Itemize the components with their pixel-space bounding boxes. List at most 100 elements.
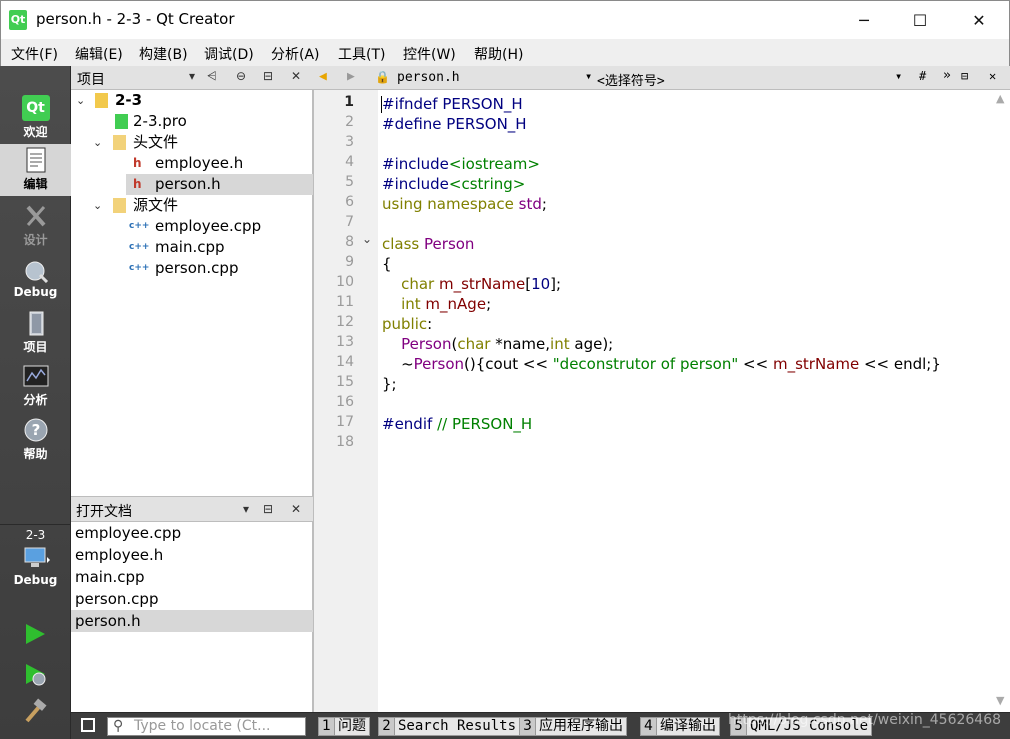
file-selector[interactable]: person.h	[397, 70, 460, 85]
code-line: };	[382, 375, 397, 393]
mode-debug[interactable]: Debug	[0, 254, 71, 306]
menu-file[interactable]: 文件(F)	[11, 44, 58, 64]
cpp-file-icon: c++	[129, 242, 150, 252]
line-number: 16	[336, 394, 354, 410]
analyze-monitor-icon	[22, 363, 50, 389]
tree-item-sources[interactable]: ⌄ 源文件	[71, 195, 313, 216]
code-line: char m_strName[10];	[401, 275, 562, 293]
close-editor-icon[interactable]: ✕	[989, 69, 996, 83]
line-number: 7	[345, 214, 354, 230]
title-bar: Qt person.h - 2-3 - Qt Creator ─ ☐ ✕	[0, 0, 1010, 39]
minimize-button[interactable]: ─	[841, 1, 887, 39]
tree-item-project[interactable]: ⌄ 2-3	[71, 90, 313, 111]
text-cursor	[381, 96, 382, 113]
split-icon[interactable]: ⊟	[263, 69, 273, 83]
code-line: #ifndef PERSON_H	[382, 95, 523, 113]
scroll-up-icon[interactable]: ▲	[996, 92, 1004, 105]
mode-welcome[interactable]: Qt 欢迎	[0, 92, 71, 144]
split-icon[interactable]: ⊟	[961, 69, 968, 83]
symbol-selector[interactable]: <选择符号>	[597, 70, 665, 89]
line-number: 6	[345, 194, 354, 210]
tree-item-employee-h[interactable]: h employee.h	[71, 153, 313, 174]
fold-chevron-icon[interactable]: ⌄	[362, 232, 372, 246]
source-folder-icon	[113, 198, 126, 213]
pane-search-results[interactable]: 2 Search Results	[378, 717, 521, 736]
pane-issues[interactable]: 1 问题	[318, 717, 370, 736]
qt-creator-app-icon: Qt	[9, 10, 27, 30]
tree-item-person-h[interactable]: h person.h	[126, 174, 313, 195]
menu-edit[interactable]: 编辑(E)	[75, 44, 123, 64]
forward-arrow-icon[interactable]: ▶	[347, 69, 355, 84]
filter-icon[interactable]: ⩤	[207, 69, 217, 84]
toggle-sidebar-icon[interactable]	[81, 718, 95, 732]
header-file-icon: h	[133, 156, 142, 170]
code-editor[interactable]: #ifndef PERSON_H #define PERSON_H #inclu…	[378, 90, 992, 712]
back-arrow-icon[interactable]: ◀	[319, 69, 327, 84]
vertical-scrollbar[interactable]: ▲ ▼	[992, 90, 1010, 712]
line-number: 13	[336, 334, 354, 350]
more-icon[interactable]: »	[943, 68, 951, 83]
code-line: class Person	[382, 235, 475, 253]
line-number: 4	[345, 154, 354, 170]
list-item[interactable]: employee.h	[71, 544, 313, 566]
mode-analyze[interactable]: 分析	[0, 360, 71, 412]
menu-help[interactable]: 帮助(H)	[474, 44, 523, 64]
build-button[interactable]	[22, 698, 48, 728]
project-panel-header: 项目 ▾ ⩤ ⊖ ⊟ ✕	[71, 66, 313, 90]
line-number: 12	[336, 314, 354, 330]
code-line: ~Person(){cout << "deconstrutor of perso…	[382, 355, 941, 373]
list-item[interactable]: person.cpp	[71, 588, 313, 610]
symbol-dropdown-icon[interactable]: ▾	[895, 69, 902, 83]
line-number: 8	[345, 234, 354, 250]
edit-document-icon	[22, 147, 50, 173]
close-icon: ✕	[972, 10, 986, 30]
list-item-selected[interactable]: person.h	[71, 610, 313, 632]
pane-compile-output[interactable]: 4 编译输出	[640, 717, 720, 736]
mode-projects[interactable]: 项目	[0, 307, 71, 359]
list-item[interactable]: employee.cpp	[71, 522, 313, 544]
maximize-button[interactable]: ☐	[897, 1, 943, 39]
tree-item-person-cpp[interactable]: c++ person.cpp	[71, 258, 313, 279]
list-item[interactable]: main.cpp	[71, 566, 313, 588]
code-line: int m_nAge;	[401, 295, 492, 313]
close-button[interactable]: ✕	[956, 1, 1002, 39]
file-dropdown-icon[interactable]: ▾	[585, 69, 592, 83]
code-line: #include<cstring>	[382, 175, 526, 193]
hash-icon[interactable]: #	[919, 69, 926, 83]
tree-item-main-cpp[interactable]: c++ main.cpp	[71, 237, 313, 258]
mode-help[interactable]: ? 帮助	[0, 414, 71, 466]
menu-debug[interactable]: 调试(D)	[204, 44, 254, 64]
debug-run-button[interactable]	[22, 661, 48, 691]
menu-widgets[interactable]: 控件(W)	[403, 44, 456, 64]
open-documents-title: 打开文档	[76, 504, 132, 520]
split-icon[interactable]: ⊟	[263, 502, 273, 516]
code-line: public:	[382, 315, 433, 333]
tree-item-headers[interactable]: ⌄ 头文件	[71, 132, 313, 153]
open-documents-list: employee.cpp employee.h main.cpp person.…	[71, 522, 313, 712]
panel-dropdown-icon[interactable]: ▾	[243, 502, 249, 516]
panel-dropdown-icon[interactable]: ▾	[189, 69, 195, 83]
chevron-down-icon[interactable]: ⌄	[76, 90, 88, 111]
line-number: 1	[344, 94, 354, 110]
mode-design[interactable]: 设计	[0, 200, 71, 252]
kit-selector[interactable]: 2-3 Debug	[0, 528, 71, 598]
close-panel-icon[interactable]: ✕	[291, 502, 301, 516]
sync-link-icon[interactable]: ⊖	[236, 69, 246, 83]
tree-item-pro[interactable]: 2-3.pro	[71, 111, 313, 132]
chevron-down-icon[interactable]: ⌄	[93, 195, 105, 216]
tree-item-employee-cpp[interactable]: c++ employee.cpp	[71, 216, 313, 237]
pane-application-output[interactable]: 3 应用程序输出	[519, 717, 627, 736]
menu-analyze[interactable]: 分析(A)	[271, 44, 320, 64]
close-panel-icon[interactable]: ✕	[291, 69, 301, 83]
menu-build[interactable]: 构建(B)	[139, 44, 188, 64]
menu-tools[interactable]: 工具(T)	[338, 44, 385, 64]
run-button[interactable]	[22, 621, 48, 651]
mode-edit[interactable]: 编辑	[0, 144, 71, 196]
chevron-down-icon[interactable]: ⌄	[93, 132, 105, 153]
line-number: 9	[345, 254, 354, 270]
scroll-down-icon[interactable]: ▼	[996, 694, 1004, 707]
locator-input[interactable]: ⚲ Type to locate (Ct...	[107, 717, 306, 736]
menu-bar: 文件(F) 编辑(E) 构建(B) 调试(D) 分析(A) 工具(T) 控件(W…	[0, 39, 1010, 66]
code-line: using namespace std;	[382, 195, 547, 213]
line-number: 18	[336, 434, 354, 450]
